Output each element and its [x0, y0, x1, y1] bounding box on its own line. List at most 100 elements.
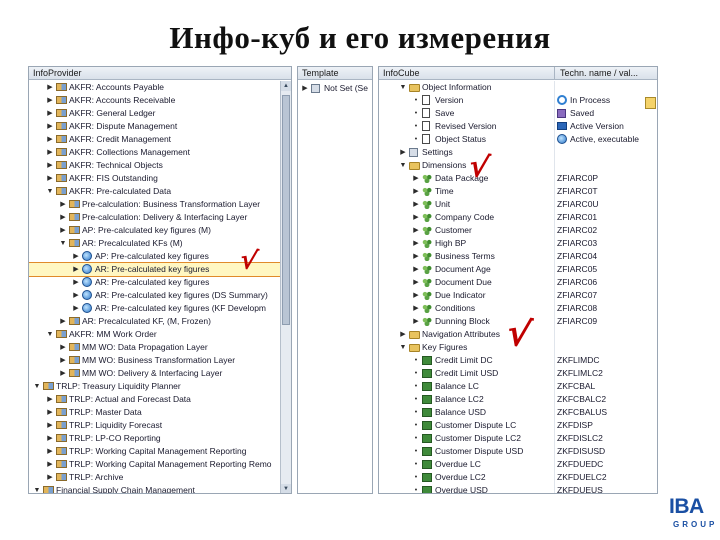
- infoprovider-item[interactable]: ▶ AKFR: FIS Outstanding: [29, 172, 282, 185]
- infoprovider-item[interactable]: ▶ TRLP: Working Capital Management Report…: [29, 445, 282, 458]
- infocube-row[interactable]: • Customer Dispute USD ZKFDISUSD: [379, 445, 657, 458]
- infocube-row[interactable]: ▶ Customer ZFIARC02: [379, 224, 657, 237]
- expand-arrow-icon[interactable]: ▶: [46, 445, 54, 458]
- infocube-row[interactable]: • Balance LC ZKFCBAL: [379, 380, 657, 393]
- expand-arrow-icon[interactable]: ▶: [412, 250, 420, 263]
- infocube-row[interactable]: • Customer Dispute LC ZKFDISP: [379, 419, 657, 432]
- infoprovider-item[interactable]: ▶ AKFR: Collections Management: [29, 146, 282, 159]
- infocube-row[interactable]: • Credit Limit USD ZKFLIMLC2: [379, 367, 657, 380]
- expand-arrow-icon[interactable]: ▼: [46, 328, 54, 341]
- expand-arrow-icon[interactable]: •: [412, 432, 420, 445]
- expand-arrow-icon[interactable]: •: [412, 354, 420, 367]
- scroll-up-icon[interactable]: ▲: [281, 81, 291, 91]
- expand-arrow-icon[interactable]: •: [412, 393, 420, 406]
- expand-arrow-icon[interactable]: ▶: [46, 458, 54, 471]
- expand-arrow-icon[interactable]: ▶: [412, 289, 420, 302]
- infoprovider-item[interactable]: ▶ TRLP: Master Data: [29, 406, 282, 419]
- infoprovider-item[interactable]: ▶ AR: Pre-calculated key figures (DS Summ…: [29, 289, 282, 302]
- expand-arrow-icon[interactable]: ▼: [59, 237, 67, 250]
- template-item[interactable]: ▶ Not Set (Se: [298, 82, 372, 95]
- expand-arrow-icon[interactable]: ▶: [46, 146, 54, 159]
- infoprovider-item[interactable]: ▶ Pre-calculation: Business Transformatio…: [29, 198, 282, 211]
- infocube-row[interactable]: • Customer Dispute LC2 ZKFDISLC2: [379, 432, 657, 445]
- expand-arrow-icon[interactable]: •: [412, 458, 420, 471]
- infocube-row[interactable]: ▶ Settings: [379, 146, 657, 159]
- infoprovider-item[interactable]: ▶ AP: Pre-calculated key figures (M): [29, 224, 282, 237]
- expand-arrow-icon[interactable]: ▶: [412, 185, 420, 198]
- expand-arrow-icon[interactable]: ▶: [412, 198, 420, 211]
- expand-arrow-icon[interactable]: ▶: [412, 263, 420, 276]
- infoprovider-item[interactable]: ▶ AR: Precalculated KF, (M, Frozen): [29, 315, 282, 328]
- toolbar-icon[interactable]: [645, 97, 656, 109]
- expand-arrow-icon[interactable]: ▶: [412, 237, 420, 250]
- infocube-row[interactable]: • Overdue USD ZKFDUEUS: [379, 484, 657, 493]
- expand-arrow-icon[interactable]: ▶: [72, 289, 80, 302]
- expand-arrow-icon[interactable]: ▼: [399, 81, 407, 94]
- infoprovider-item[interactable]: ▶ MM WO: Data Propagation Layer: [29, 341, 282, 354]
- expand-arrow-icon[interactable]: •: [412, 133, 420, 146]
- infocube-row[interactable]: ▼ Dimensions: [379, 159, 657, 172]
- expand-arrow-icon[interactable]: ▶: [46, 107, 54, 120]
- infocube-row[interactable]: ▶ Time ZFIARC0T: [379, 185, 657, 198]
- expand-arrow-icon[interactable]: ▼: [399, 159, 407, 172]
- infocube-row[interactable]: ▶ Document Age ZFIARC05: [379, 263, 657, 276]
- expand-arrow-icon[interactable]: ▶: [59, 198, 67, 211]
- infoprovider-item[interactable]: ▶ MM WO: Delivery & Interfacing Layer: [29, 367, 282, 380]
- infocube-row[interactable]: ▶ High BP ZFIARC03: [379, 237, 657, 250]
- expand-arrow-icon[interactable]: ▶: [46, 406, 54, 419]
- infocube-row[interactable]: • Version In Process: [379, 94, 657, 107]
- infocube-row[interactable]: ▶ Due Indicator ZFIARC07: [379, 289, 657, 302]
- expand-arrow-icon[interactable]: ▶: [72, 302, 80, 315]
- expand-arrow-icon[interactable]: ▶: [46, 133, 54, 146]
- expand-arrow-icon[interactable]: ▶: [46, 419, 54, 432]
- expand-arrow-icon[interactable]: ▼: [399, 341, 407, 354]
- expand-arrow-icon[interactable]: ▶: [46, 94, 54, 107]
- expand-arrow-icon[interactable]: ▶: [59, 341, 67, 354]
- infocube-row[interactable]: ▼ Object Information: [379, 81, 657, 94]
- expand-arrow-icon[interactable]: ▶: [399, 328, 407, 341]
- infoprovider-item[interactable]: ▶ AKFR: Credit Management: [29, 133, 282, 146]
- expand-arrow-icon[interactable]: ▶: [72, 263, 80, 276]
- infocube-row[interactable]: ▶ Data Package ZFIARC0P: [379, 172, 657, 185]
- infoprovider-item[interactable]: ▶ Pre-calculation: Delivery & Interfacing…: [29, 211, 282, 224]
- expand-arrow-icon[interactable]: •: [412, 445, 420, 458]
- infoprovider-item[interactable]: ▶ AR: Pre-calculated key figures (KF Deve…: [29, 302, 282, 315]
- scroll-thumb[interactable]: [282, 95, 290, 325]
- expand-arrow-icon[interactable]: ▶: [46, 172, 54, 185]
- expand-arrow-icon[interactable]: ▶: [301, 82, 309, 95]
- infocube-row[interactable]: ▶ Company Code ZFIARC01: [379, 211, 657, 224]
- infoprovider-item[interactable]: ▶ AKFR: Accounts Receivable: [29, 94, 282, 107]
- infoprovider-item[interactable]: ▼ TRLP: Treasury Liquidity Planner: [29, 380, 282, 393]
- infocube-row[interactable]: ▶ Unit ZFIARC0U: [379, 198, 657, 211]
- expand-arrow-icon[interactable]: ▶: [59, 211, 67, 224]
- infoprovider-item[interactable]: ▶ MM WO: Business Transformation Layer: [29, 354, 282, 367]
- expand-arrow-icon[interactable]: ▶: [59, 224, 67, 237]
- infocube-row[interactable]: • Revised Version Active Version: [379, 120, 657, 133]
- infocube-row[interactable]: • Object Status Active, executable: [379, 133, 657, 146]
- expand-arrow-icon[interactable]: ▶: [59, 354, 67, 367]
- infoprovider-item[interactable]: ▶ AKFR: Accounts Payable: [29, 81, 282, 94]
- infoprovider-item[interactable]: ▶ TRLP: Liquidity Forecast: [29, 419, 282, 432]
- expand-arrow-icon[interactable]: ▶: [72, 250, 80, 263]
- infocube-row[interactable]: • Balance LC2 ZKFCBALC2: [379, 393, 657, 406]
- expand-arrow-icon[interactable]: •: [412, 406, 420, 419]
- expand-arrow-icon[interactable]: ▼: [33, 380, 41, 393]
- infocube-row[interactable]: • Save Saved: [379, 107, 657, 120]
- expand-arrow-icon[interactable]: ▶: [46, 159, 54, 172]
- expand-arrow-icon[interactable]: •: [412, 367, 420, 380]
- expand-arrow-icon[interactable]: ▶: [46, 471, 54, 484]
- scroll-down-icon[interactable]: ▼: [281, 484, 291, 493]
- expand-arrow-icon[interactable]: ▶: [59, 367, 67, 380]
- infoprovider-item[interactable]: ▼ AKFR: Pre-calculated Data: [29, 185, 282, 198]
- expand-arrow-icon[interactable]: •: [412, 484, 420, 493]
- expand-arrow-icon[interactable]: •: [412, 419, 420, 432]
- infoprovider-item[interactable]: ▶ TRLP: Working Capital Management Report…: [29, 458, 282, 471]
- expand-arrow-icon[interactable]: ▶: [46, 81, 54, 94]
- infoprovider-item[interactable]: ▶ TRLP: Archive: [29, 471, 282, 484]
- expand-arrow-icon[interactable]: ▶: [412, 211, 420, 224]
- infoprovider-item[interactable]: ▼ AKFR: MM Work Order: [29, 328, 282, 341]
- infocube-row[interactable]: ▶ Business Terms ZFIARC04: [379, 250, 657, 263]
- infoprovider-item[interactable]: ▶ AKFR: Dispute Management: [29, 120, 282, 133]
- expand-arrow-icon[interactable]: •: [412, 120, 420, 133]
- infocube-row[interactable]: • Overdue LC2 ZKFDUELC2: [379, 471, 657, 484]
